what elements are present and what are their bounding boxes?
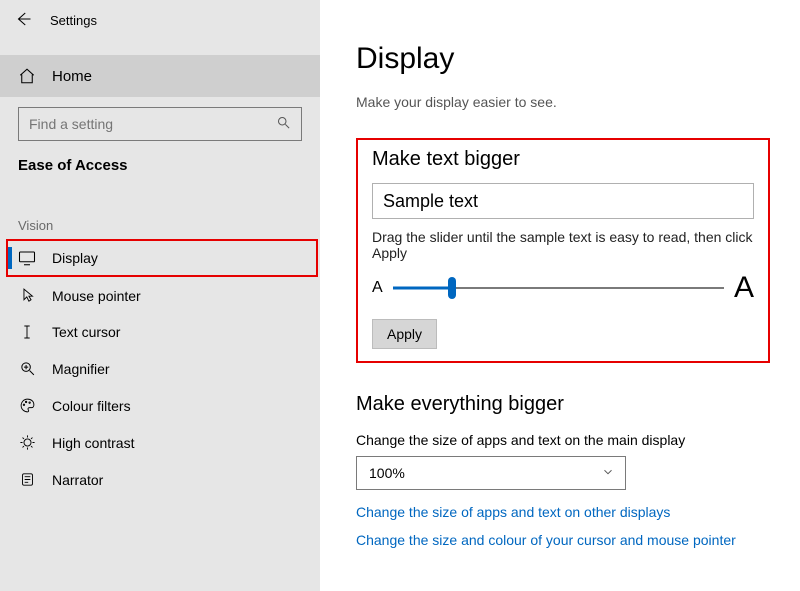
magnifier-icon — [18, 360, 36, 377]
sidebar-item-label: Display — [52, 250, 98, 266]
page-title: Display — [356, 42, 770, 76]
sidebar-item-label: High contrast — [52, 435, 134, 451]
chevron-down-icon — [601, 465, 615, 482]
small-a-icon: A — [372, 279, 383, 297]
text-size-slider-row: A A — [372, 271, 754, 305]
scale-dropdown[interactable]: 100% — [356, 456, 626, 490]
main-content: Display Make your display easier to see.… — [320, 0, 800, 591]
sample-text-preview: Sample text — [372, 183, 754, 219]
category-label: Ease of Access — [0, 149, 320, 174]
sidebar-item-high-contrast[interactable]: High contrast — [0, 424, 320, 461]
apply-button[interactable]: Apply — [372, 319, 437, 349]
section-heading: Make everything bigger — [356, 393, 770, 416]
sidebar-item-narrator[interactable]: Narrator — [0, 461, 320, 498]
sidebar-item-mouse-pointer[interactable]: Mouse pointer — [0, 277, 320, 314]
titlebar: Settings — [0, 0, 320, 35]
palette-icon — [18, 397, 36, 414]
search-box[interactable] — [18, 107, 302, 141]
sidebar-item-label: Text cursor — [52, 324, 120, 340]
sidebar-item-label: Magnifier — [52, 361, 110, 377]
narrator-icon — [18, 471, 36, 488]
make-text-bigger-section: Make text bigger Sample text Drag the sl… — [356, 138, 770, 363]
sidebar-item-magnifier[interactable]: Magnifier — [0, 350, 320, 387]
dropdown-label: Change the size of apps and text on the … — [356, 432, 770, 448]
slider-thumb[interactable] — [448, 277, 456, 299]
section-heading: Make text bigger — [372, 148, 754, 171]
search-icon — [276, 115, 291, 133]
sidebar-item-label: Home — [52, 68, 92, 85]
monitor-icon — [18, 249, 36, 267]
window-title: Settings — [50, 13, 97, 28]
sidebar-item-text-cursor[interactable]: Text cursor — [0, 314, 320, 350]
sidebar: Settings Home Ease of Access Vision Disp… — [0, 0, 320, 591]
sidebar-item-label: Narrator — [52, 472, 103, 488]
dropdown-value: 100% — [369, 465, 405, 481]
link-other-displays[interactable]: Change the size of apps and text on othe… — [356, 504, 770, 520]
back-icon[interactable] — [14, 10, 32, 31]
sidebar-item-label: Colour filters — [52, 398, 131, 414]
page-subtitle: Make your display easier to see. — [356, 94, 770, 110]
big-a-icon: A — [734, 271, 754, 305]
slider-hint: Drag the slider until the sample text is… — [372, 229, 754, 261]
search-container — [0, 97, 320, 149]
link-cursor-size[interactable]: Change the size and colour of your curso… — [356, 532, 770, 548]
pointer-icon — [18, 287, 36, 304]
sidebar-item-display[interactable]: Display — [6, 239, 318, 277]
sidebar-item-colour-filters[interactable]: Colour filters — [0, 387, 320, 424]
contrast-icon — [18, 434, 36, 451]
text-cursor-icon — [18, 324, 36, 340]
sidebar-item-label: Mouse pointer — [52, 288, 141, 304]
group-label: Vision — [0, 174, 320, 239]
slider-track-fill — [393, 287, 453, 290]
sidebar-item-home[interactable]: Home — [0, 55, 320, 97]
home-icon — [18, 67, 36, 85]
text-size-slider[interactable] — [393, 277, 724, 299]
search-input[interactable] — [29, 116, 276, 132]
